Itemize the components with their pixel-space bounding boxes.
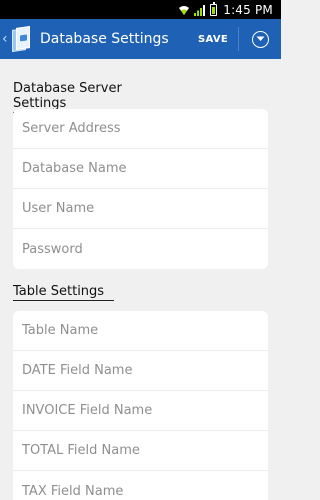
- table-settings-card: [13, 311, 268, 500]
- tax-field-row: [13, 471, 268, 500]
- chevron-left-icon: ‹: [2, 31, 8, 47]
- invoice-field-row: [13, 391, 268, 431]
- chevron-down-circle-icon: [251, 30, 269, 48]
- date-field-row: [13, 351, 268, 391]
- page-title: Database Settings: [40, 31, 169, 47]
- password-field[interactable]: [22, 241, 268, 257]
- server-address-field[interactable]: [22, 121, 268, 136]
- password-row: [13, 229, 268, 269]
- invoice-field-name-field[interactable]: [22, 403, 268, 418]
- tax-field-name-field[interactable]: [22, 483, 268, 499]
- save-button[interactable]: SAVE: [188, 19, 238, 59]
- overflow-menu-button[interactable]: [239, 19, 281, 59]
- wifi-icon: [178, 4, 190, 16]
- status-time: 1:45 PM: [223, 2, 273, 17]
- server-address-row: [13, 109, 268, 149]
- database-name-row: [13, 149, 268, 189]
- table-name-row: [13, 311, 268, 351]
- server-settings-card: [13, 109, 268, 269]
- database-name-field[interactable]: [22, 161, 268, 176]
- battery-icon: [210, 1, 218, 16]
- user-name-field[interactable]: [22, 201, 268, 216]
- table-name-field[interactable]: [22, 323, 268, 338]
- database-app-icon: [12, 26, 30, 52]
- action-bar: ‹ Database Settings SAVE: [0, 19, 281, 59]
- user-name-row: [13, 189, 268, 229]
- signal-icon: [194, 4, 206, 16]
- up-navigation-button[interactable]: ‹: [0, 19, 30, 59]
- settings-content[interactable]: Database Server Settings Table Settings: [0, 59, 281, 500]
- total-field-row: [13, 431, 268, 471]
- status-bar: 1:45 PM: [0, 0, 281, 19]
- date-field-name-field[interactable]: [22, 363, 268, 378]
- section-header-table: Table Settings: [13, 284, 114, 301]
- status-icons: [178, 1, 218, 16]
- total-field-name-field[interactable]: [22, 443, 268, 458]
